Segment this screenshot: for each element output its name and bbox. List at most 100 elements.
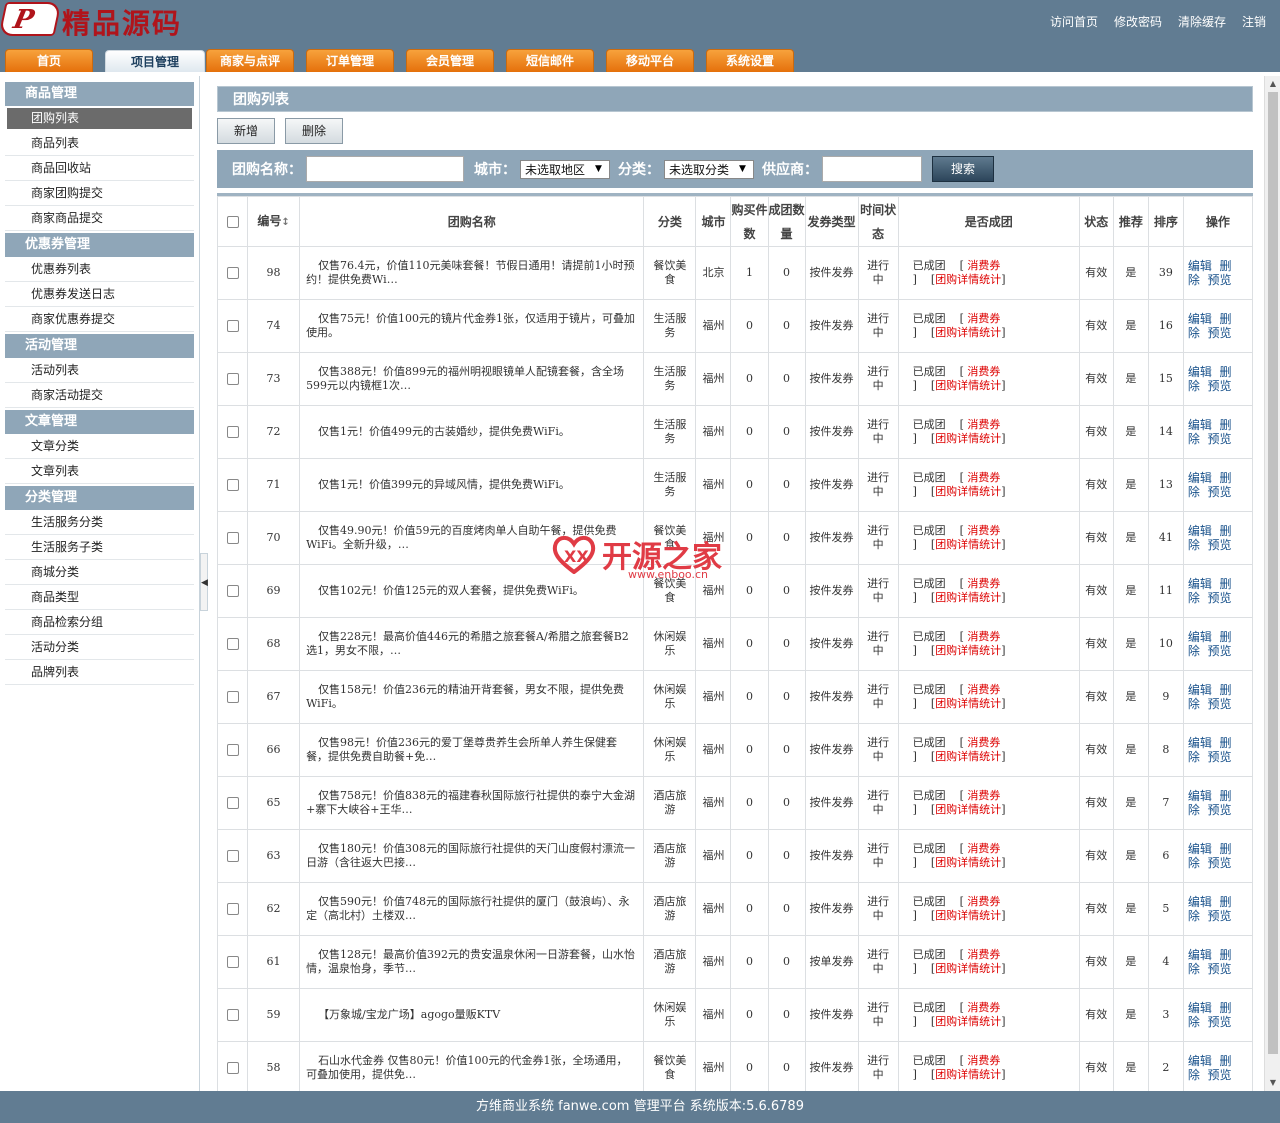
preview-link[interactable]: 预览 [1208, 909, 1232, 923]
sidebar-item-mall-category[interactable]: 商城分类 [5, 560, 194, 585]
row-checkbox[interactable] [226, 267, 239, 279]
sidebar-item-article-category[interactable]: 文章分类 [5, 434, 194, 459]
edit-link[interactable]: 编辑 [1188, 471, 1212, 485]
nav-tab-settings[interactable]: 系统设置 [706, 49, 794, 72]
row-checkbox[interactable] [226, 850, 239, 862]
row-checkbox[interactable] [226, 426, 239, 438]
change-password-link[interactable]: 修改密码 [1114, 13, 1162, 30]
delete-button[interactable]: 删除 [285, 118, 344, 144]
sidebar-item-coupon-log[interactable]: 优惠券发送日志 [5, 282, 194, 307]
nav-tab-project-management[interactable]: 项目管理 [105, 50, 205, 72]
edit-link[interactable]: 编辑 [1188, 312, 1212, 326]
preview-link[interactable]: 预览 [1208, 1015, 1232, 1029]
edit-link[interactable]: 编辑 [1188, 365, 1212, 379]
group-stats-link[interactable]: 团购详情统计 [935, 962, 1001, 975]
column-header-coupon-type[interactable]: 发券类型 [804, 196, 859, 247]
column-header-grouped[interactable]: 是否成团 [897, 196, 1080, 247]
edit-link[interactable]: 编辑 [1188, 1001, 1212, 1015]
sidebar-item-life-service-subcategory[interactable]: 生活服务子类 [5, 535, 194, 560]
sidebar-item-brand-list[interactable]: 品牌列表 [5, 660, 194, 685]
nav-tab-members[interactable]: 会员管理 [406, 49, 494, 72]
sidebar-item-goods-type[interactable]: 商品类型 [5, 585, 194, 610]
row-checkbox[interactable] [226, 638, 239, 650]
group-stats-link[interactable]: 团购详情统计 [935, 803, 1001, 816]
consume-coupon-link[interactable]: 消费券 [967, 259, 1000, 272]
sidebar-item-coupon-list[interactable]: 优惠券列表 [5, 257, 194, 282]
scrollbar-thumb[interactable] [1268, 92, 1278, 1054]
select-all-checkbox[interactable] [226, 216, 239, 228]
column-header-buy-count[interactable]: 购买件数 [730, 196, 769, 247]
consume-coupon-link[interactable]: 消费券 [967, 948, 1000, 961]
group-stats-link[interactable]: 团购详情统计 [935, 750, 1001, 763]
column-header-status[interactable]: 状态 [1078, 196, 1114, 247]
supplier-filter-input[interactable] [822, 156, 922, 182]
group-stats-link[interactable]: 团购详情统计 [935, 538, 1001, 551]
sidebar-group-title[interactable]: 商品管理 [5, 82, 194, 106]
edit-link[interactable]: 编辑 [1188, 948, 1212, 962]
edit-link[interactable]: 编辑 [1188, 524, 1212, 538]
column-header-category[interactable]: 分类 [643, 196, 697, 247]
group-stats-link[interactable]: 团购详情统计 [935, 697, 1001, 710]
clear-cache-link[interactable]: 清除缓存 [1178, 13, 1226, 30]
sidebar-item-goods-recycle[interactable]: 商品回收站 [5, 156, 194, 181]
sidebar-item-merchant-activity-submit[interactable]: 商家活动提交 [5, 383, 194, 408]
row-checkbox[interactable] [226, 532, 239, 544]
preview-link[interactable]: 预览 [1208, 538, 1232, 552]
consume-coupon-link[interactable]: 消费券 [967, 895, 1000, 908]
consume-coupon-link[interactable]: 消费券 [967, 736, 1000, 749]
sidebar-item-merchant-group-submit[interactable]: 商家团购提交 [5, 181, 194, 206]
column-header-recommend[interactable]: 推荐 [1112, 196, 1149, 247]
search-button[interactable]: 搜索 [932, 156, 994, 182]
column-header-sort[interactable]: 排序 [1147, 196, 1184, 247]
preview-link[interactable]: 预览 [1208, 644, 1232, 658]
column-header-id[interactable]: 编号↕ [247, 196, 301, 247]
row-checkbox[interactable] [226, 903, 239, 915]
sidebar-group-title[interactable]: 优惠券管理 [5, 233, 194, 257]
consume-coupon-link[interactable]: 消费券 [967, 365, 1000, 378]
edit-link[interactable]: 编辑 [1188, 683, 1212, 697]
sidebar-item-life-service-category[interactable]: 生活服务分类 [5, 510, 194, 535]
vertical-scrollbar[interactable]: ▲ ▼ [1264, 76, 1280, 1091]
consume-coupon-link[interactable]: 消费券 [967, 789, 1000, 802]
city-select[interactable]: 未选取地区 ▼ [520, 159, 610, 179]
row-checkbox[interactable] [226, 479, 239, 491]
preview-link[interactable]: 预览 [1208, 432, 1232, 446]
group-stats-link[interactable]: 团购详情统计 [935, 909, 1001, 922]
sidebar-item-merchant-goods-submit[interactable]: 商家商品提交 [5, 206, 194, 231]
group-stats-link[interactable]: 团购详情统计 [935, 1015, 1001, 1028]
consume-coupon-link[interactable]: 消费券 [967, 630, 1000, 643]
brand-logo[interactable]: P 精品源码 [0, 0, 200, 40]
row-checkbox[interactable] [226, 373, 239, 385]
scroll-down-icon[interactable]: ▼ [1265, 1075, 1280, 1091]
nav-tab-sms-email[interactable]: 短信邮件 [506, 49, 594, 72]
column-header-time-status[interactable]: 时间状态 [857, 196, 899, 247]
edit-link[interactable]: 编辑 [1188, 895, 1212, 909]
group-stats-link[interactable]: 团购详情统计 [935, 644, 1001, 657]
edit-link[interactable]: 编辑 [1188, 630, 1212, 644]
sidebar-item-merchant-coupon-submit[interactable]: 商家优惠券提交 [5, 307, 194, 332]
column-header-name[interactable]: 团购名称 [299, 196, 645, 247]
nav-tab-mobile[interactable]: 移动平台 [606, 49, 694, 72]
row-checkbox[interactable] [226, 320, 239, 332]
row-checkbox[interactable] [226, 585, 239, 597]
consume-coupon-link[interactable]: 消费券 [967, 577, 1000, 590]
preview-link[interactable]: 预览 [1208, 485, 1232, 499]
column-header-group-count[interactable]: 成团数量 [767, 196, 806, 247]
sidebar-item-goods-list[interactable]: 商品列表 [5, 131, 194, 156]
group-stats-link[interactable]: 团购详情统计 [935, 485, 1001, 498]
row-checkbox[interactable] [226, 691, 239, 703]
group-stats-link[interactable]: 团购详情统计 [935, 273, 1001, 286]
group-stats-link[interactable]: 团购详情统计 [935, 432, 1001, 445]
preview-link[interactable]: 预览 [1208, 803, 1232, 817]
sidebar-group-title[interactable]: 活动管理 [5, 334, 194, 358]
preview-link[interactable]: 预览 [1208, 273, 1232, 287]
consume-coupon-link[interactable]: 消费券 [967, 418, 1000, 431]
visit-home-link[interactable]: 访问首页 [1050, 13, 1098, 30]
consume-coupon-link[interactable]: 消费券 [967, 312, 1000, 325]
edit-link[interactable]: 编辑 [1188, 1054, 1212, 1068]
category-select[interactable]: 未选取分类 ▼ [664, 159, 754, 179]
preview-link[interactable]: 预览 [1208, 1068, 1232, 1082]
row-checkbox[interactable] [226, 956, 239, 968]
logout-link[interactable]: 注销 [1242, 13, 1266, 30]
name-filter-input[interactable] [306, 156, 464, 182]
